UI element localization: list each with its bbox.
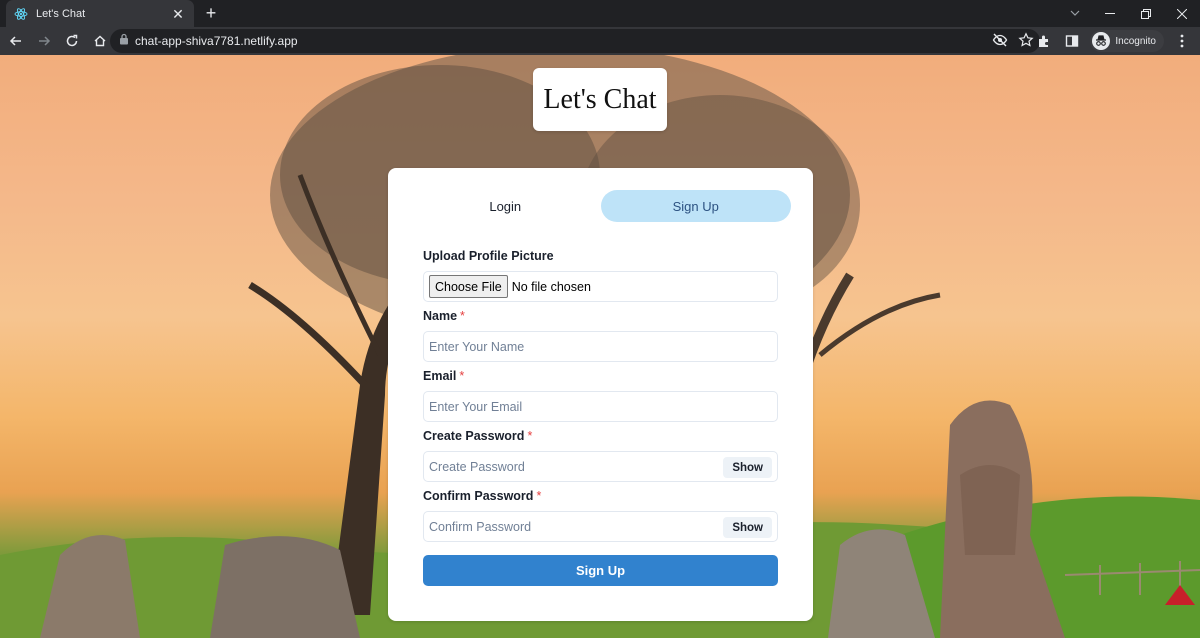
star-icon[interactable]	[1018, 32, 1034, 53]
required-mark: *	[459, 369, 465, 383]
name-label-text: Name	[423, 309, 458, 323]
menu-icon[interactable]	[1172, 31, 1192, 51]
password-placeholder: Create Password	[429, 459, 525, 474]
password-label-text: Create Password	[423, 429, 525, 443]
forward-icon[interactable]	[32, 29, 56, 53]
extensions-icon[interactable]	[1034, 31, 1054, 51]
required-mark: *	[460, 309, 465, 323]
password-input[interactable]: Create Password Show	[423, 451, 778, 482]
email-placeholder: Enter Your Email	[429, 399, 523, 414]
confirm-password-input[interactable]: Confirm Password Show	[423, 511, 778, 542]
tab-signup[interactable]: Sign Up	[600, 190, 791, 222]
lock-icon[interactable]	[119, 32, 129, 50]
profile-button[interactable]: Incognito	[1090, 30, 1164, 52]
confirm-placeholder: Confirm Password	[429, 519, 532, 534]
reload-icon[interactable]	[60, 29, 84, 53]
tab-strip: Let's Chat ✕ +	[0, 0, 1200, 27]
close-icon[interactable]: ✕	[170, 6, 186, 22]
show-confirm-password-button[interactable]: Show	[723, 517, 772, 538]
page-viewport: Let's Chat Login Sign Up Upload Profile …	[0, 55, 1200, 638]
tab-login[interactable]: Login	[410, 190, 601, 222]
auth-tabs: Login Sign Up	[410, 190, 791, 222]
back-icon[interactable]	[4, 29, 28, 53]
react-favicon-icon	[14, 7, 28, 21]
name-label: Name *	[423, 309, 465, 323]
show-password-button[interactable]: Show	[723, 457, 772, 478]
name-placeholder: Enter Your Name	[429, 339, 525, 354]
signup-submit-button[interactable]: Sign Up	[423, 555, 778, 586]
choose-file-button[interactable]: Choose File	[429, 275, 508, 298]
required-mark: *	[536, 489, 542, 503]
email-label: Email *	[423, 369, 464, 383]
side-panel-icon[interactable]	[1062, 31, 1082, 51]
password-label: Create Password *	[423, 429, 532, 443]
confirm-password-label: Confirm Password *	[423, 489, 541, 503]
page-title: Let's Chat	[543, 83, 657, 115]
name-input[interactable]: Enter Your Name	[423, 331, 778, 362]
email-input[interactable]: Enter Your Email	[423, 391, 778, 422]
confirm-label-text: Confirm Password	[423, 489, 534, 503]
required-mark: *	[527, 429, 533, 443]
auth-card: Login Sign Up Upload Profile Picture Cho…	[388, 168, 813, 621]
address-bar[interactable]: chat-app-shiva7781.netlify.app	[110, 29, 1040, 53]
browser-toolbar: chat-app-shiva7781.netlify.app Incognito	[0, 27, 1200, 55]
eye-off-icon[interactable]	[992, 32, 1008, 53]
plus-icon[interactable]: +	[203, 4, 219, 22]
profile-picture-input[interactable]: Choose File No file chosen	[423, 271, 778, 302]
email-label-text: Email	[423, 369, 457, 383]
profile-label: Incognito	[1115, 35, 1156, 47]
tab-title: Let's Chat	[36, 7, 86, 20]
file-status: No file chosen	[511, 279, 591, 294]
brand-header: Let's Chat	[533, 68, 667, 131]
home-icon[interactable]	[88, 29, 112, 53]
browser-tab[interactable]: Let's Chat ✕	[6, 0, 194, 27]
picture-label: Upload Profile Picture	[423, 249, 554, 263]
incognito-icon	[1092, 32, 1111, 50]
restore-icon[interactable]	[1128, 2, 1164, 26]
url-text: chat-app-shiva7781.netlify.app	[135, 34, 298, 48]
minimize-icon[interactable]	[1092, 2, 1128, 26]
window-controls	[1092, 0, 1200, 27]
close-window-icon[interactable]	[1164, 2, 1200, 26]
chevron-down-icon[interactable]	[1066, 4, 1084, 22]
